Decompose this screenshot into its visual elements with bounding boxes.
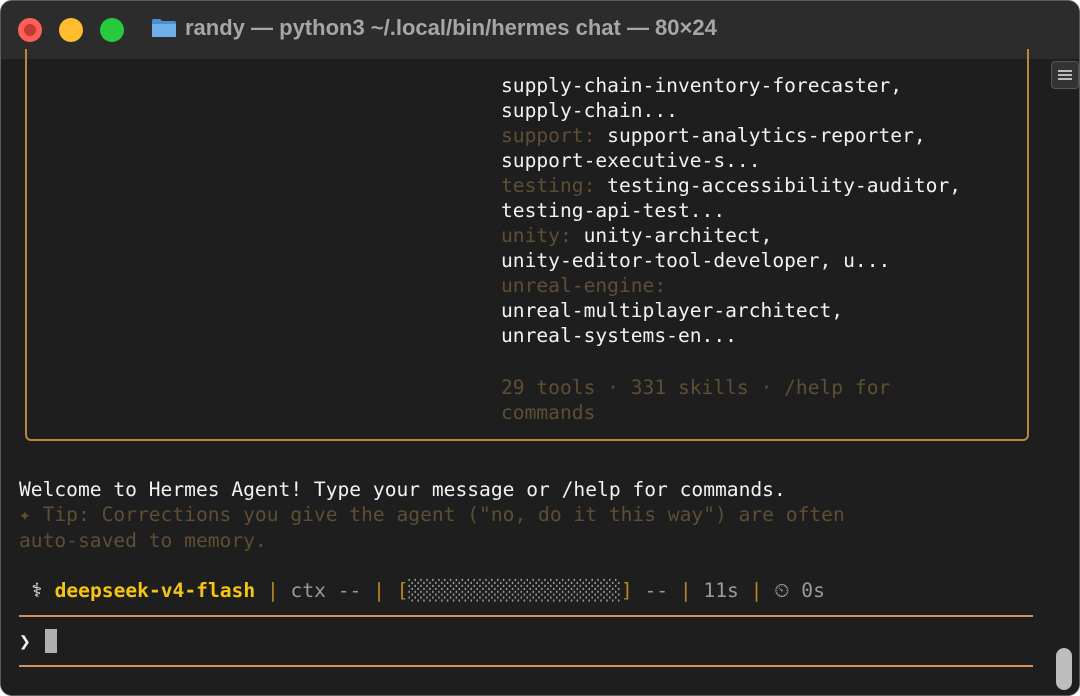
input-bottom-rule: [19, 665, 1033, 667]
skills-line: unity-editor-tool-developer, u...: [501, 249, 891, 272]
skills-line: unity: unity-architect,: [501, 224, 773, 247]
scrollbar[interactable]: [1049, 59, 1079, 695]
prompt-symbol: ❯: [19, 630, 31, 653]
status-separator: |: [679, 579, 692, 602]
scroll-thumb[interactable]: [1056, 648, 1072, 690]
tip-text-cont: auto-saved to memory.: [19, 529, 267, 552]
skills-line: unreal-multiplayer-architect,: [501, 299, 844, 322]
context-progress-bar: ░░░░░░░░░░░░░░░░░░: [408, 579, 621, 602]
skills-line: unreal-systems-en...: [501, 324, 737, 347]
context-indicator: ctx --: [290, 579, 362, 602]
context-progress-value: --: [644, 579, 669, 602]
minimize-button[interactable]: [59, 18, 83, 42]
status-separator: |: [266, 579, 279, 602]
tip-text: ✦ Tip: Corrections you give the agent ("…: [19, 503, 845, 526]
model-name: deepseek-v4-flash: [54, 579, 256, 602]
welcome-message: Welcome to Hermes Agent! Type your messa…: [19, 478, 786, 501]
terminal-content[interactable]: supply-chain-inventory-forecaster, suppl…: [1, 49, 1049, 695]
status-separator: |: [750, 579, 763, 602]
timer-icon: ⏲: [774, 579, 790, 602]
skills-line: support-executive-s...: [501, 149, 761, 172]
caduceus-icon: ⚕: [31, 579, 43, 602]
elapsed-time: 11s: [703, 579, 739, 602]
close-button[interactable]: [18, 18, 42, 42]
terminal-window: randy — python3 ~/.local/bin/hermes chat…: [0, 0, 1080, 696]
skills-line: unreal-engine:: [501, 274, 667, 297]
text-cursor: [45, 629, 57, 653]
skills-line: support: support-analytics-reporter,: [501, 124, 926, 147]
skills-line: testing-api-test...: [501, 199, 726, 222]
split-pane-icon[interactable]: [1051, 61, 1079, 89]
status-separator: |: [373, 579, 385, 602]
window-title: randy — python3 ~/.local/bin/hermes chat…: [185, 15, 717, 40]
skills-line: supply-chain-inventory-forecaster,: [501, 74, 903, 97]
skills-line: testing: testing-accessibility-auditor,: [501, 174, 962, 197]
status-bar: ⚕ deepseek-v4-flash | ctx -- | [░░░░░░░░…: [31, 579, 825, 602]
skills-line: supply-chain...: [501, 99, 678, 122]
input-top-rule: [19, 615, 1033, 617]
zoom-button[interactable]: [100, 18, 124, 42]
timer-value: 0s: [801, 579, 825, 602]
tools-summary-cont: commands: [501, 401, 596, 424]
folder-icon: [152, 19, 176, 37]
tools-summary: 29 tools · 331 skills · /help for: [501, 376, 891, 399]
